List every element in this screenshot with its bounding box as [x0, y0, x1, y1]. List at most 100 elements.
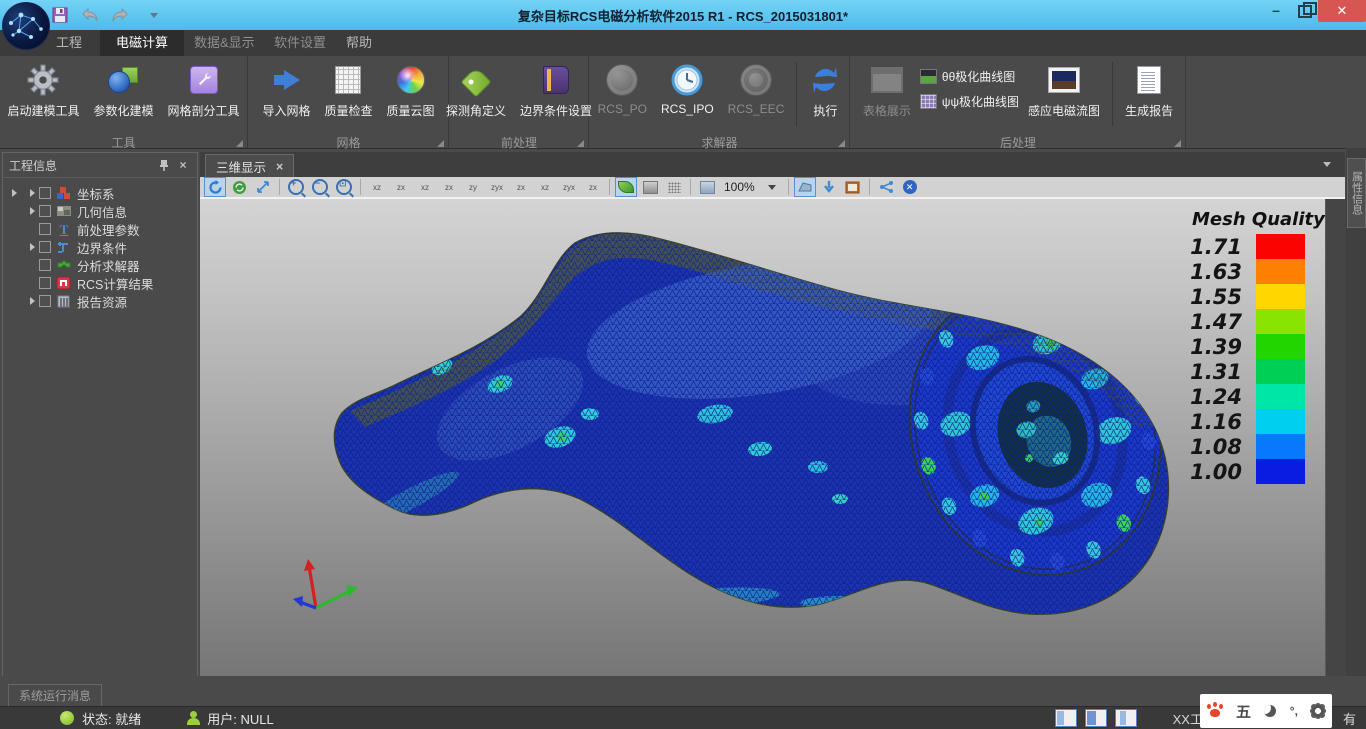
- view-xz-icon[interactable]: xz: [366, 177, 388, 197]
- dialog-launcher-icon[interactable]: [577, 140, 584, 147]
- layout-right-panel-icon[interactable]: [1115, 709, 1137, 727]
- dialog-launcher-icon[interactable]: [1174, 140, 1181, 147]
- checkbox[interactable]: [39, 277, 51, 289]
- import-mesh-button[interactable]: 导入网格: [257, 60, 315, 119]
- tree-item-preprocess-params[interactable]: T 前处理参数: [3, 220, 197, 238]
- view-zx2-icon[interactable]: zx: [438, 177, 460, 197]
- dialog-launcher-icon[interactable]: [437, 140, 444, 147]
- rcs-ipo-button[interactable]: RCS_IPO: [656, 60, 719, 116]
- clear-view-icon[interactable]: ✕: [899, 177, 921, 197]
- minimize-button[interactable]: –: [1263, 4, 1289, 22]
- menu-tab-data-display[interactable]: 数据&显示: [178, 30, 271, 56]
- checkbox[interactable]: [39, 205, 51, 217]
- checkbox[interactable]: [39, 295, 51, 307]
- shaded-render-icon[interactable]: [615, 177, 637, 197]
- view-iso4-icon[interactable]: zyx: [558, 177, 580, 197]
- induced-current-map-button[interactable]: 感应电磁流图: [1023, 60, 1105, 119]
- view-iso2-icon[interactable]: zx: [510, 177, 532, 197]
- psi-polar-curve-button[interactable]: ψψ极化曲线图: [920, 93, 1019, 110]
- property-info-tab[interactable]: 属性信息: [1347, 158, 1366, 228]
- menu-tab-project[interactable]: 工程: [40, 30, 98, 56]
- view-iso3-icon[interactable]: xz: [534, 177, 556, 197]
- legend-band: [1256, 234, 1305, 259]
- menu-tab-help[interactable]: 帮助: [330, 30, 388, 56]
- view-iso5-icon[interactable]: zx: [582, 177, 604, 197]
- tab-3d-display[interactable]: 三维显示 ×: [205, 154, 294, 178]
- quick-access-dropdown[interactable]: [142, 4, 166, 26]
- ime-punctuation-toggle[interactable]: °,: [1290, 704, 1298, 718]
- rcs-eec-button[interactable]: RCS_EEC: [723, 60, 790, 116]
- rcs-po-button[interactable]: RCS_PO: [593, 60, 652, 116]
- tree-item-coordinate-system[interactable]: 坐标系: [3, 184, 197, 202]
- share-nodes-icon[interactable]: [875, 177, 897, 197]
- checkbox[interactable]: [39, 241, 51, 253]
- checkbox[interactable]: [39, 187, 51, 199]
- launch-modeling-tool-button[interactable]: 启动建模工具: [2, 60, 84, 119]
- expander-icon[interactable]: [30, 207, 35, 215]
- expander-icon[interactable]: [12, 189, 17, 197]
- drop-arrow-icon[interactable]: [818, 177, 840, 197]
- tree-item-report-resources[interactable]: 报告资源: [3, 292, 197, 310]
- pin-icon[interactable]: [159, 159, 175, 171]
- theta-polar-curve-button[interactable]: θθ极化曲线图: [920, 68, 1019, 85]
- boundary-condition-button[interactable]: 边界条件设置: [515, 60, 597, 119]
- tree-item-geometry-info[interactable]: 几何信息: [3, 202, 197, 220]
- layout-left-panel-icon[interactable]: [1055, 709, 1077, 727]
- snapshot-icon[interactable]: [842, 177, 864, 197]
- zoom-window-icon[interactable]: ⊡: [333, 177, 355, 197]
- layout-split-panel-icon[interactable]: [1085, 709, 1107, 727]
- project-info-panel: 工程信息 × 坐标系 几何信息 T 前处理参数: [2, 152, 198, 680]
- save-button[interactable]: [48, 4, 72, 26]
- checkbox[interactable]: [39, 223, 51, 235]
- view-zx-icon[interactable]: zx: [390, 177, 412, 197]
- quality-check-button[interactable]: 质量检查: [319, 60, 377, 119]
- zoom-in-icon[interactable]: +: [285, 177, 307, 197]
- restore-button[interactable]: [1292, 3, 1314, 21]
- tree-item-analysis-solver[interactable]: 分析求解器: [3, 256, 197, 274]
- undo-button[interactable]: [78, 4, 102, 26]
- execute-button[interactable]: 执行: [804, 60, 846, 119]
- tab-list-dropdown[interactable]: [1323, 162, 1331, 167]
- refresh-view-icon[interactable]: [228, 177, 250, 197]
- probe-angle-button[interactable]: 探测角定义: [441, 60, 511, 119]
- generate-report-button[interactable]: 生成报告: [1120, 60, 1178, 119]
- system-messages-tab[interactable]: 系统运行消息: [8, 684, 102, 707]
- ime-settings-gear-icon[interactable]: [1311, 704, 1325, 718]
- checkbox[interactable]: [39, 259, 51, 271]
- rotate-view-icon[interactable]: [204, 177, 226, 197]
- dialog-launcher-icon[interactable]: [838, 140, 845, 147]
- table-display-button[interactable]: 表格展示: [858, 60, 916, 119]
- zoom-level-value[interactable]: 100%: [720, 180, 759, 194]
- clip-plane-icon[interactable]: [794, 177, 816, 197]
- menu-tab-em-compute[interactable]: 电磁计算: [100, 30, 184, 56]
- parameter-t-icon: T: [56, 222, 72, 236]
- quality-contour-button[interactable]: 质量云图: [382, 60, 440, 119]
- expander-icon[interactable]: [30, 243, 35, 251]
- flat-render-icon[interactable]: [639, 177, 661, 197]
- close-tab-icon[interactable]: ×: [276, 160, 283, 174]
- dialog-launcher-icon[interactable]: [236, 140, 243, 147]
- view-zy-icon[interactable]: zy: [462, 177, 484, 197]
- curve-chart-icon: [920, 69, 937, 84]
- zoom-out-icon[interactable]: −: [309, 177, 331, 197]
- app-logo-icon[interactable]: [2, 2, 50, 50]
- view-xz2-icon[interactable]: xz: [414, 177, 436, 197]
- viewport-3d[interactable]: Mesh Quality 1.71 1.63 1.55 1.47 1.39 1.…: [200, 199, 1325, 676]
- parametric-modeling-button[interactable]: 参数化建模: [88, 60, 158, 119]
- zoom-level-dropdown[interactable]: [761, 177, 783, 197]
- tree-item-rcs-results[interactable]: RCS计算结果: [3, 274, 197, 292]
- view-iso1-icon[interactable]: zyx: [486, 177, 508, 197]
- mesh-partition-tool-button[interactable]: 网格剖分工具: [163, 60, 245, 119]
- footer-text-right: 有: [1343, 709, 1356, 728]
- expander-icon[interactable]: [30, 189, 35, 197]
- close-button[interactable]: ✕: [1318, 0, 1366, 22]
- redo-button[interactable]: [108, 4, 132, 26]
- tree-item-boundary-condition[interactable]: 边界条件: [3, 238, 197, 256]
- fit-extents-icon[interactable]: [252, 177, 274, 197]
- expander-icon[interactable]: [30, 297, 35, 305]
- wireframe-render-icon[interactable]: [663, 177, 685, 197]
- ime-logo-paw-icon[interactable]: [1207, 704, 1223, 718]
- close-panel-icon[interactable]: ×: [175, 158, 191, 172]
- ime-halfwidth-moon-icon[interactable]: [1264, 705, 1276, 717]
- ime-input-mode[interactable]: 五: [1236, 701, 1251, 722]
